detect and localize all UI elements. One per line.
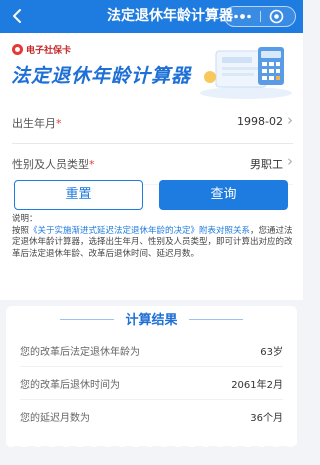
reset-button[interactable]: 重置 <box>14 180 143 210</box>
back-button[interactable] <box>6 2 30 30</box>
result-row: 您的改革后退休时间为 2061年2月 <box>20 373 283 393</box>
query-button[interactable]: 查询 <box>159 180 288 210</box>
capsule-divider <box>260 11 261 22</box>
birth-date-value: 1998-02 <box>237 115 283 128</box>
logo-mark-icon <box>12 44 23 55</box>
required-mark: * <box>56 117 62 130</box>
instructions-note: 说明： 按照《关于实施渐进式延迟法定退休年龄的决定》附表对照关系，您通过法定退休… <box>12 214 293 260</box>
logo-text: 电子社保卡 <box>26 46 72 56</box>
page-title: 法定退休年龄计算器 <box>107 8 233 24</box>
retirement-time-label: 您的改革后退休时间为 <box>20 380 120 391</box>
result-row: 您的改革后法定退休年龄为 63岁 <box>20 340 283 360</box>
person-type-picker[interactable]: 性别及人员类型* 男职工 › <box>12 144 293 184</box>
note-heading: 说明： <box>12 214 38 224</box>
result-card: 计算结果 您的改革后法定退休年龄为 63岁 您的改革后退休时间为 2061年2月… <box>6 306 297 446</box>
chevron-right-icon: › <box>287 152 293 170</box>
chevron-left-icon <box>13 9 21 23</box>
divider <box>20 399 283 400</box>
close-button[interactable] <box>269 9 284 24</box>
birth-date-picker[interactable]: 出生年月* 1998-02 › <box>12 103 293 143</box>
chevron-right-icon: › <box>287 111 293 129</box>
retirement-age-label: 您的改革后法定退休年龄为 <box>20 347 140 358</box>
delay-months-label: 您的延迟月数为 <box>20 413 90 424</box>
ellipsis-icon <box>234 14 251 19</box>
result-row: 您的延迟月数为 36个月 <box>20 406 283 426</box>
birth-date-label: 出生年月* <box>12 117 62 130</box>
required-mark: * <box>89 158 95 171</box>
form-card: 出生年月* 1998-02 › 性别及人员类型* 男职工 › 重置 查询 说明：… <box>0 103 303 300</box>
mini-program-capsule <box>224 6 296 27</box>
person-type-label: 性别及人员类型* <box>12 158 95 171</box>
result-header: 计算结果 <box>6 309 297 329</box>
page-header: 电子社保卡 法定退休年龄计算器 <box>0 33 303 103</box>
target-close-icon <box>269 9 284 24</box>
retirement-time-value: 2061年2月 <box>231 380 283 391</box>
more-button[interactable] <box>225 7 260 26</box>
divider <box>189 319 243 320</box>
header-title: 法定退休年龄计算器 <box>11 65 192 87</box>
result-section: 计算结果 您的改革后法定退休年龄为 63岁 您的改革后退休时间为 2061年2月… <box>6 306 297 456</box>
note-prefix: 按照 <box>12 225 30 236</box>
delay-months-value: 36个月 <box>250 413 283 424</box>
navbar: 法定退休年龄计算器 <box>0 0 303 33</box>
divider <box>20 366 283 367</box>
calculator-illustration-icon <box>200 47 292 99</box>
retirement-age-value: 63岁 <box>260 347 283 358</box>
wave-edge-decoration <box>6 438 297 447</box>
result-title: 计算结果 <box>125 313 178 328</box>
person-type-value: 男职工 <box>250 158 283 171</box>
policy-link[interactable]: 《关于实施渐进式延迟法定退休年龄的决定》附表对照关系 <box>29 226 250 236</box>
